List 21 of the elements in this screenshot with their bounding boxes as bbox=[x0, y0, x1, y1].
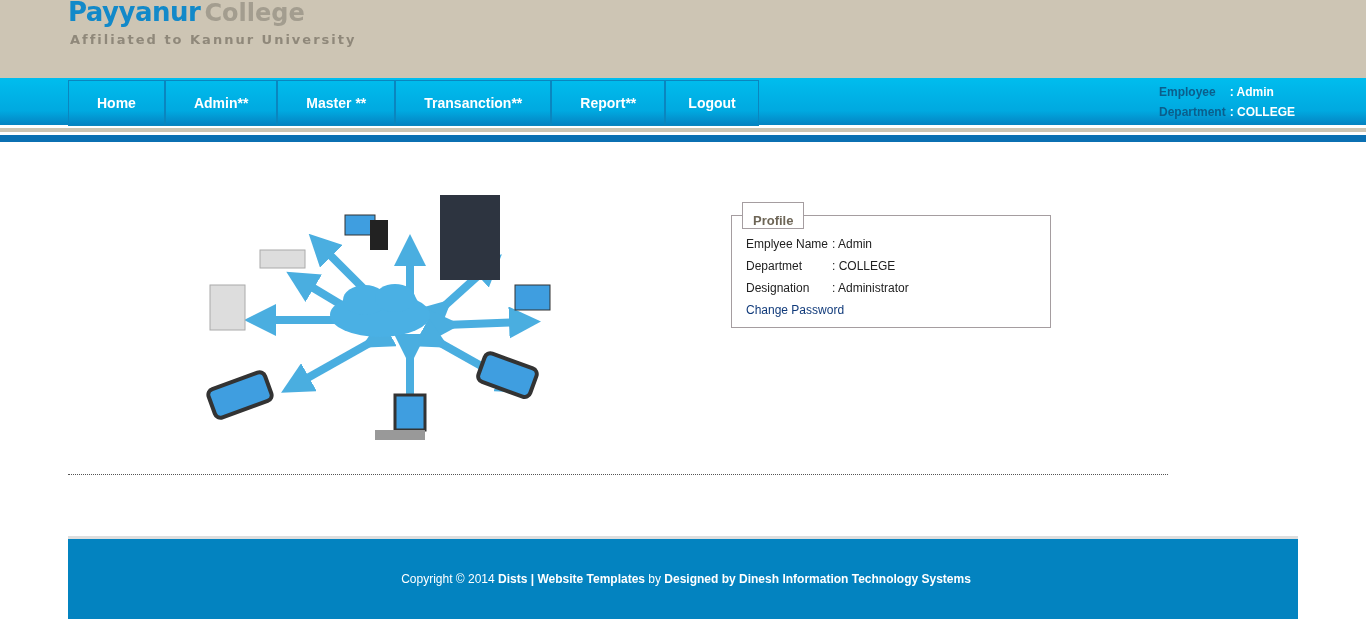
field-value: : Admin bbox=[832, 237, 873, 251]
field-label: Departmet bbox=[746, 259, 804, 273]
nav-item[interactable]: Report** bbox=[551, 80, 666, 126]
field-label: Emplyee Name bbox=[746, 237, 830, 251]
info-value: : COLLEGE bbox=[1229, 104, 1295, 119]
profile-title: Profile bbox=[742, 202, 805, 229]
nav-item[interactable]: Logout bbox=[665, 80, 759, 126]
info-value: : Admin bbox=[1229, 84, 1275, 99]
change-password-link[interactable]: Change Password bbox=[746, 299, 845, 321]
nav-item[interactable]: Transanction** bbox=[395, 80, 552, 126]
tagline: Affiliated to Kannur University bbox=[70, 32, 358, 47]
brand-name: Payyanur bbox=[68, 0, 201, 25]
info-label: Employee bbox=[1158, 84, 1217, 99]
info-label: Department bbox=[1158, 104, 1226, 119]
field-label: Designation bbox=[746, 281, 811, 295]
field-value: : Administrator bbox=[832, 281, 909, 295]
copyright-text: Copyright © 2014 Dists | Website Templates by Designed by Dinesh Information Technology Systems bbox=[401, 572, 971, 586]
nav-item[interactable]: Master ** bbox=[277, 80, 396, 126]
nav-item[interactable]: Admin** bbox=[164, 80, 278, 126]
nav-item[interactable]: Home bbox=[68, 80, 165, 126]
field-value: : COLLEGE bbox=[832, 259, 896, 273]
